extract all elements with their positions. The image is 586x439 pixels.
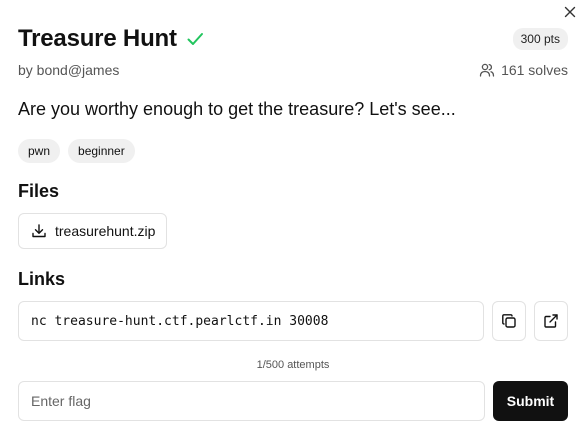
tag-pwn: pwn [18,139,61,163]
close-button[interactable] [562,4,578,20]
tag-beginner: beginner [68,139,135,163]
download-file-button[interactable]: treasurehunt.zip [18,213,167,249]
open-link-button[interactable] [534,301,568,341]
download-icon [31,223,47,239]
files-heading: Files [18,181,60,201]
links-heading: Links [18,269,66,289]
external-link-icon [544,314,558,328]
points-badge: 300 pts [512,28,568,50]
flag-input[interactable] [18,381,485,421]
connection-link[interactable]: nc treasure-hunt.ctf.pearlctf.in 30008 [18,301,484,341]
challenge-header: Treasure Hunt 300 pts [18,25,568,53]
copy-link-button[interactable] [492,301,526,341]
users-icon [479,62,495,78]
check-icon [185,29,205,49]
challenge-description: Are you worthy enough to get the treasur… [18,99,456,119]
submit-button[interactable]: Submit [493,381,568,421]
attempts-counter: 1/500 attempts [256,359,330,371]
author-label: by bond@james [18,62,120,78]
challenge-title: Treasure Hunt [18,25,177,52]
solves-label: 161 solves [501,62,568,78]
tag-list: pwn beginner [18,139,135,163]
file-name: treasurehunt.zip [55,223,156,239]
meta-row: by bond@james 161 solves [18,62,568,78]
close-icon [564,6,576,18]
copy-icon [502,314,516,328]
title-wrap: Treasure Hunt [18,25,205,53]
solves-count: 161 solves [479,62,568,78]
